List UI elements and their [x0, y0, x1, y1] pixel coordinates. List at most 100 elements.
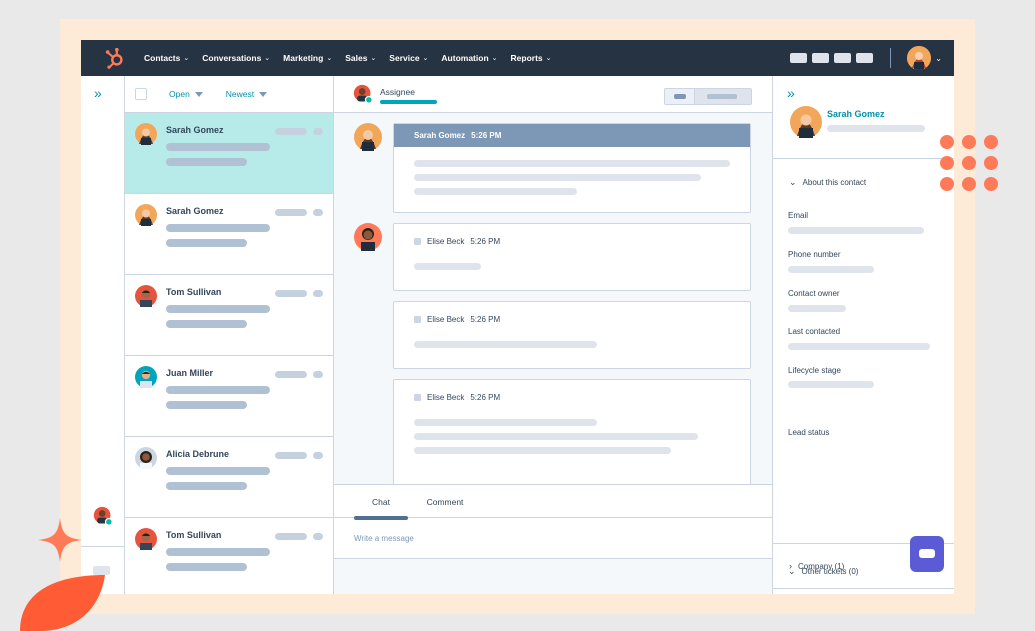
field-label-owner: Contact owner	[788, 289, 840, 298]
conversation-contact-name: Juan Miller	[166, 368, 214, 378]
app-window: Contacts ⌄ Conversations ⌄ Marketing ⌄ Sale…	[81, 40, 954, 594]
view-toggle-option-2[interactable]	[695, 89, 751, 104]
field-value-owner[interactable]	[788, 305, 846, 312]
contact-name[interactable]: Sarah Gomez	[827, 109, 885, 119]
field-value-phone[interactable]	[788, 266, 874, 273]
list-header: Open Newest	[125, 76, 333, 113]
conversation-preview-placeholder	[166, 305, 270, 313]
field-value-lifecycle[interactable]	[788, 381, 874, 388]
nav-utility-button[interactable]	[812, 53, 830, 63]
conversation-row[interactable]: Sarah Gomez	[125, 113, 333, 194]
message-avatar-sarah	[354, 123, 382, 151]
nav-automation[interactable]: Automation ⌄	[441, 53, 497, 63]
conversation-row[interactable]: Tom Sullivan	[125, 275, 333, 356]
nav-divider	[890, 48, 892, 68]
chat-bubble-icon	[919, 549, 935, 558]
conversation-preview-placeholder	[166, 482, 247, 490]
conversation-badge-placeholder	[313, 533, 323, 540]
message-header: Sarah Gomez 5:26 PM	[394, 124, 750, 147]
view-toggle[interactable]	[664, 88, 752, 105]
nav-utility-button[interactable]	[834, 53, 852, 63]
conversation-badge-placeholder	[313, 209, 323, 216]
message-card[interactable]: Elise Beck 5:26 PM	[393, 223, 751, 291]
conversation-row[interactable]: Juan Miller	[125, 356, 333, 437]
conversation-time-placeholder	[275, 209, 307, 216]
conversation-preview-placeholder	[166, 563, 247, 571]
conversation-contact-name: Tom Sullivan	[166, 530, 222, 540]
conversation-preview-placeholder	[166, 386, 270, 394]
composer: Chat Comment Write a message	[334, 484, 772, 594]
assignee-avatar[interactable]	[353, 84, 373, 104]
expand-chevrons-icon[interactable]: »	[94, 85, 102, 101]
chevron-down-icon: ⌄	[264, 55, 271, 62]
hubspot-logo-icon[interactable]	[104, 47, 126, 69]
conversation-row[interactable]: Tom Sullivan	[125, 518, 333, 594]
conversation-contact-name: Sarah Gomez	[166, 206, 224, 216]
chevron-down-icon: ⌄	[788, 566, 796, 576]
user-avatar[interactable]	[907, 46, 932, 70]
chat-launcher-button[interactable]	[910, 536, 944, 572]
message-avatar-elise	[354, 223, 382, 251]
nav-marketing[interactable]: Marketing ⌄	[283, 53, 332, 63]
conversation-preview-placeholder	[166, 467, 270, 475]
select-all-checkbox[interactable]	[135, 88, 147, 100]
top-nav: Contacts ⌄ Conversations ⌄ Marketing ⌄ Sale…	[81, 40, 954, 76]
conversation-time-placeholder	[275, 290, 307, 297]
conversation-time-placeholder	[275, 371, 307, 378]
chevron-down-icon: ⌄	[491, 55, 498, 62]
field-value-email[interactable]	[788, 227, 924, 234]
field-value-last-contacted[interactable]	[788, 343, 930, 350]
conversation-preview-placeholder	[166, 548, 270, 556]
view-toggle-option-1[interactable]	[665, 89, 695, 104]
message-card[interactable]: Elise Beck 5:26 PM	[393, 379, 751, 484]
caret-down-icon	[259, 91, 268, 97]
agent-avatar[interactable]	[93, 506, 113, 526]
other-tickets-toggle[interactable]: ⌄ Other tickets (0)	[788, 566, 858, 577]
swoosh-decoration-icon	[20, 575, 105, 631]
about-contact-toggle[interactable]: ⌄ About this contact	[789, 177, 866, 188]
message-status-icon	[414, 238, 421, 245]
nav-reports[interactable]: Reports ⌄	[511, 53, 552, 63]
nav-utility-button[interactable]	[856, 53, 874, 63]
chevron-down-icon: ⌄	[545, 55, 552, 62]
contact-avatar	[790, 106, 822, 138]
tab-comment[interactable]: Comment	[418, 497, 472, 517]
nav-service[interactable]: Service ⌄	[389, 53, 428, 63]
composer-tabs: Chat Comment	[334, 484, 772, 520]
sort-filter[interactable]: Newest	[226, 89, 268, 99]
nav-utilities: ⌄	[790, 40, 954, 76]
conversation-preview-placeholder	[166, 224, 270, 232]
rail-divider	[81, 546, 125, 547]
nav-conversations[interactable]: Conversations ⌄	[202, 53, 270, 63]
contact-subtitle-placeholder	[827, 125, 925, 132]
chevron-down-icon: ⌄	[326, 55, 333, 62]
assignee-label: Assignee	[380, 87, 415, 97]
conversation-badge-placeholder	[313, 452, 323, 459]
conversation-thread: Assignee Sarah Gomez 5:26 PM Elise Beck …	[334, 76, 772, 594]
field-label-phone: Phone number	[788, 250, 841, 259]
message-card[interactable]: Elise Beck 5:26 PM	[393, 301, 751, 369]
field-label-last-contacted: Last contacted	[788, 327, 841, 336]
expand-chevrons-icon[interactable]: »	[787, 85, 795, 101]
conversation-badge-placeholder	[313, 371, 323, 378]
assignee-underline[interactable]	[380, 100, 437, 104]
nav-contacts[interactable]: Contacts ⌄	[144, 53, 189, 63]
conversation-preview-placeholder	[166, 143, 270, 151]
conversation-contact-name: Alicia Debrune	[166, 449, 230, 459]
message-list: Sarah Gomez 5:26 PM Elise Beck 5:26 PM Eli…	[334, 113, 772, 484]
conversation-row[interactable]: Alicia Debrune	[125, 437, 333, 518]
conversation-time-placeholder	[275, 128, 307, 135]
tab-chat[interactable]: Chat	[354, 497, 408, 520]
status-filter[interactable]: Open	[169, 89, 203, 99]
nav-sales[interactable]: Sales ⌄	[345, 53, 376, 63]
conversation-preview-placeholder	[166, 158, 247, 166]
message-input[interactable]: Write a message	[334, 517, 772, 559]
message-card[interactable]: Sarah Gomez 5:26 PM	[393, 123, 751, 213]
chevron-down-icon[interactable]: ⌄	[935, 54, 942, 63]
nav-utility-button[interactable]	[790, 53, 808, 63]
avatar-tom	[135, 528, 157, 550]
contact-panel: » Sarah Gomez ⌄ About this contact Email …	[772, 76, 954, 594]
conversation-row[interactable]: Sarah Gomez	[125, 194, 333, 275]
chevron-down-icon: ⌄	[789, 177, 797, 187]
avatar-juan	[135, 366, 157, 388]
